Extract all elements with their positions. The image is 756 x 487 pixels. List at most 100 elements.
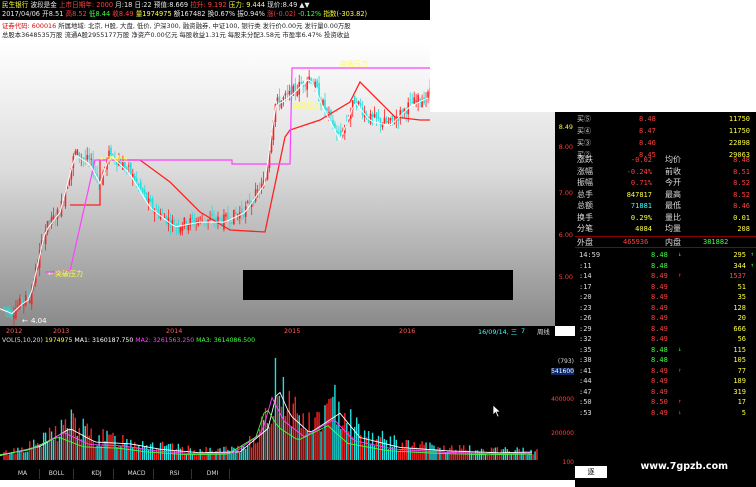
volume-bar — [322, 429, 324, 460]
volume-bar — [457, 453, 459, 460]
tick-direction: ↓ — [678, 251, 682, 258]
volume-bar — [441, 449, 443, 460]
start-price-label: 4.04 — [31, 317, 47, 325]
tick-price: 8.49 — [651, 272, 668, 280]
blank-region — [430, 0, 756, 112]
stock-code: 证券代码: 600016 — [2, 22, 57, 30]
tick-volume: 77 — [737, 366, 746, 375]
candle-body — [373, 114, 376, 118]
price-axis-current: 8.49 — [558, 123, 573, 131]
volume-header: VOL(5,10,20) 1974975 MA1: 3160187.750 MA… — [2, 337, 255, 344]
bid-row[interactable]: 买⑤ 8.48 11750 — [575, 114, 756, 124]
issue-volume: 发行量0.00万股 — [304, 22, 351, 30]
outer-inner-row: 外盘 465936 内盘 381882 — [575, 236, 756, 248]
volume-bar — [100, 446, 102, 460]
candle-body — [151, 198, 154, 210]
stat-value: 0.71% — [630, 179, 652, 187]
volume-bar — [526, 454, 528, 460]
tick-row: :35 8.48 ↓ 115 — [575, 345, 756, 355]
tab-rsi[interactable]: RSI — [158, 469, 192, 479]
stat-value-2: 8.52 — [733, 190, 750, 199]
tick-arrow: ↑ — [750, 261, 754, 269]
volume-bar — [122, 434, 124, 460]
volume-bar — [5, 450, 7, 460]
tab-kdj[interactable]: KDJ — [80, 469, 114, 479]
candle-body — [5, 308, 7, 310]
bid-price: 8.48 — [639, 115, 656, 123]
candle-body — [284, 93, 287, 96]
volume-bar — [399, 449, 401, 460]
candle-body — [296, 91, 299, 97]
tick-direction: ↑ — [678, 398, 682, 405]
tick-price: 8.49 — [651, 293, 668, 301]
volume-bar — [300, 428, 302, 460]
candle-body — [7, 308, 9, 312]
tick-price: 8.50 — [651, 398, 668, 406]
info-line-2: 总股本3648535万股 流通A股2955177万股 净资产0.00亿元 每股收… — [2, 31, 350, 39]
tick-time: :41 — [579, 366, 592, 375]
candle-body — [357, 101, 360, 104]
index-value: 指数(-303.82) — [323, 10, 368, 18]
tick-direction: ↑ — [678, 272, 682, 279]
volume-bar — [21, 447, 23, 460]
close-value: 收8.49 — [112, 10, 134, 18]
stat-label-2: 最低 — [665, 201, 681, 210]
tick-price: 8.48 — [651, 261, 668, 270]
stat-label: 换手 — [577, 212, 593, 222]
stat-label: 振幅 — [577, 178, 593, 187]
low-value: 低8.44 — [88, 10, 111, 18]
stat-row: 总手 847817 最高 8.52 — [575, 190, 756, 200]
volume-bar — [308, 412, 310, 460]
volume-bar — [40, 447, 43, 460]
volume-bar — [7, 454, 9, 460]
date-tick: 2012 — [6, 327, 23, 335]
stat-label-2: 均价 — [665, 155, 681, 164]
stat-row: 涨幅 -0.24% 前收 8.51 — [575, 167, 756, 177]
tick-tab[interactable]: 逐 — [575, 466, 607, 478]
outer-label: 外盘 — [577, 238, 593, 247]
candle-body — [377, 116, 380, 119]
bid-volume: 22898 — [728, 139, 750, 147]
candle-body — [141, 188, 144, 193]
volume-bar — [153, 450, 156, 460]
tab-boll[interactable]: BOLL — [40, 469, 74, 479]
undistributed: 每股未分配3.58元 — [227, 31, 281, 39]
period-label[interactable]: 周线 — [537, 327, 550, 336]
date-axis: 2012 2013 2014 2015 2016 16/09/14, 三 7 周… — [0, 326, 555, 336]
tick-row: :11 8.48 344 ↑ — [575, 261, 756, 271]
tick-volume: 115 — [733, 345, 746, 354]
volume-bar — [112, 432, 114, 460]
date-tick: 2013 — [53, 327, 70, 335]
volume-bar — [270, 423, 273, 460]
bid-label: 买⑤ — [577, 115, 591, 123]
bid-volume: 11750 — [728, 127, 750, 135]
tab-ma[interactable]: MA — [6, 469, 40, 479]
listing-year: 上市日期年: 2000 — [58, 1, 114, 9]
volume-bar — [431, 444, 433, 460]
bid-row[interactable]: 买④ 8.47 11750 — [575, 126, 756, 136]
volume-bar — [486, 454, 489, 460]
stat-label: 总手 — [577, 189, 593, 199]
tick-row: :44 8.49 189 — [575, 376, 756, 386]
stat-value-2: 8.48 — [733, 156, 750, 164]
volume-chart[interactable]: VOL(5,10,20) 1974975 MA1: 3160187.750 MA… — [0, 336, 555, 468]
tab-dmi[interactable]: DMI — [196, 469, 230, 479]
volume-bar — [377, 435, 380, 460]
stat-label-2: 前收 — [665, 166, 681, 176]
stat-value-2: 208 — [737, 225, 750, 233]
candle-body — [371, 113, 374, 117]
tick-price: 8.48 — [651, 356, 668, 364]
volume-bar — [286, 410, 289, 460]
listing-month: 月:18 — [115, 1, 133, 9]
volume-value: 量1974975 — [135, 10, 172, 18]
break-label: 突破压力 — [293, 101, 321, 110]
stock-name[interactable]: 民生银行 — [2, 1, 28, 9]
tab-macd[interactable]: MACD — [120, 469, 154, 479]
volume-bar — [165, 445, 168, 460]
volume-bar — [136, 446, 138, 460]
bid-row[interactable]: 买③ 8.46 22898 — [575, 138, 756, 148]
net-assets: 净资产0.00亿元 — [131, 31, 178, 39]
tick-direction: ↑ — [678, 366, 682, 374]
candle-body — [326, 107, 328, 111]
volume-bar — [108, 434, 110, 460]
